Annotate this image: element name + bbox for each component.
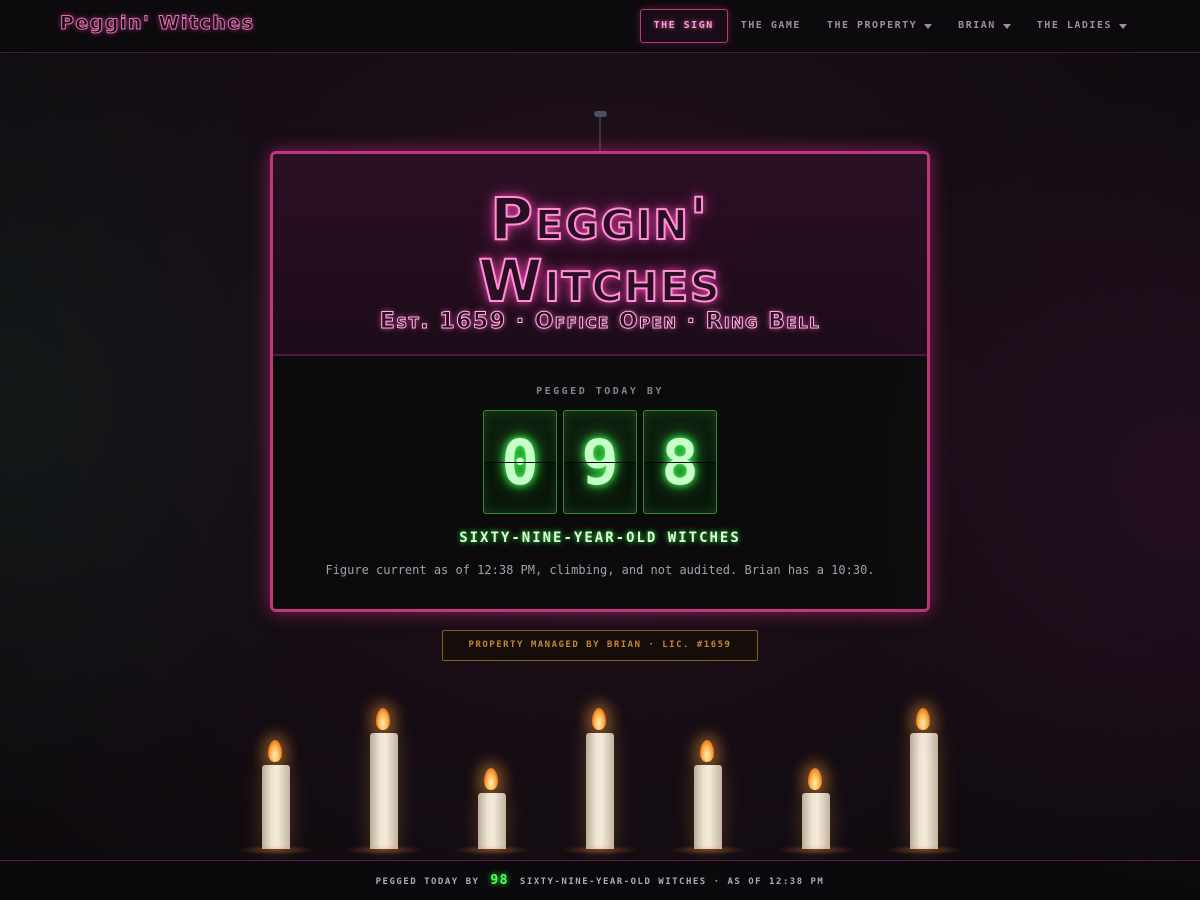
nav-link-label: The Sign [653,20,714,31]
chevron-down-icon [1002,23,1011,29]
sign-tagline: Est. 1659 · Office Open · Ring Bell [379,309,821,335]
counter-label: Pegged today by [536,386,664,397]
chevron-down-icon [924,23,933,29]
sign-header: Peggin' Witches Est. 1659 · Office Open … [273,154,927,356]
footer-suffix: sixty-nine-year-old witches · as of 12:3… [519,877,825,887]
nav-link-label: The Property [826,20,918,31]
nav-link-the-game[interactable]: The Game [728,9,814,43]
counter-digit: 8 [643,410,717,514]
sign-title-line-1: Peggin' [489,185,710,253]
nav-link-the-sign[interactable]: The Sign [639,9,728,43]
sign-title-line-2: Witches [477,247,722,315]
footer-count: 98 [490,873,509,888]
neon-sign: Peggin' Witches Est. 1659 · Office Open … [270,151,930,612]
top-nav: Peggin' Witches The Sign The Game The Pr… [0,0,1200,53]
brand-logo[interactable]: Peggin' Witches [60,12,255,35]
nav-link-label: The Ladies [1036,20,1112,31]
counter-digit: 0 [483,410,557,514]
nav-link-the-property[interactable]: The Property [814,9,945,43]
sign-hanger-wire [599,117,601,153]
nav-link-label: The Game [740,20,801,31]
flip-counter: 0 9 8 [483,410,717,514]
nav-link-brian[interactable]: Brian [945,9,1024,43]
counter-panel: Pegged today by 0 9 8 sixty-nine-year-ol… [273,356,927,609]
footer-ticker: Pegged today by 98 sixty-nine-year-old w… [0,860,1200,900]
nav-links: The Sign The Game The Property Brian The… [639,9,1140,43]
chevron-down-icon [1119,23,1127,29]
counter-digit: 9 [563,410,637,514]
nav-link-the-ladies[interactable]: The Ladies [1024,9,1140,43]
footer-prefix: Pegged today by [375,877,480,887]
counter-unit: sixty-nine-year-old witches [459,530,741,546]
property-plaque: Property managed by Brian · Lic. #1659 [442,630,758,661]
nav-link-label: Brian [958,20,996,31]
counter-note: Figure current as of 12:38 PM, climbing,… [325,563,875,577]
